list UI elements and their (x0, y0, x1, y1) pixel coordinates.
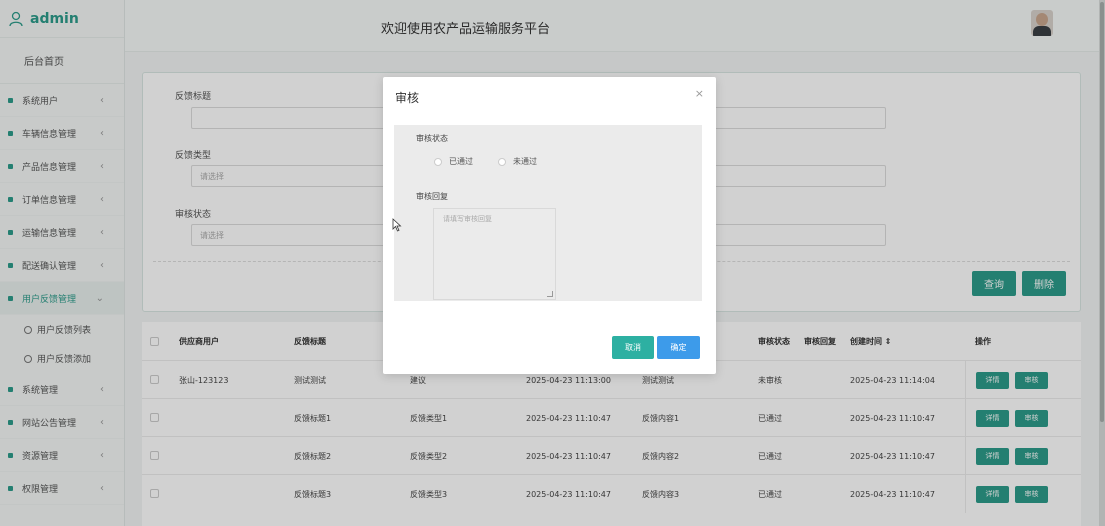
dialog-form: 审核状态 已通过 未通过 审核回复 请填写审核回复 (394, 125, 702, 301)
confirm-button[interactable]: 确定 (657, 336, 700, 359)
audit-reply-textarea[interactable]: 请填写审核回复 (433, 208, 556, 300)
resize-handle-icon[interactable] (547, 291, 553, 297)
cancel-button[interactable]: 取消 (612, 336, 654, 359)
textarea-placeholder: 请填写审核回复 (443, 215, 492, 223)
radio-pass[interactable]: 已通过 (434, 156, 473, 167)
radio-circle-icon (498, 157, 506, 166)
mouse-cursor-icon (392, 218, 402, 232)
audit-dialog: 审核 × 审核状态 已通过 未通过 审核回复 请填写审核回复 取消 确定 (383, 77, 716, 374)
radio-circle-icon (434, 157, 442, 166)
radio-label: 已通过 (449, 157, 473, 166)
radio-fail[interactable]: 未通过 (498, 156, 537, 167)
audit-reply-label: 审核回复 (416, 192, 448, 201)
audit-status-label: 审核状态 (416, 134, 448, 143)
radio-label: 未通过 (513, 157, 537, 166)
close-icon[interactable]: × (695, 87, 704, 100)
dialog-title: 审核 (395, 91, 420, 105)
